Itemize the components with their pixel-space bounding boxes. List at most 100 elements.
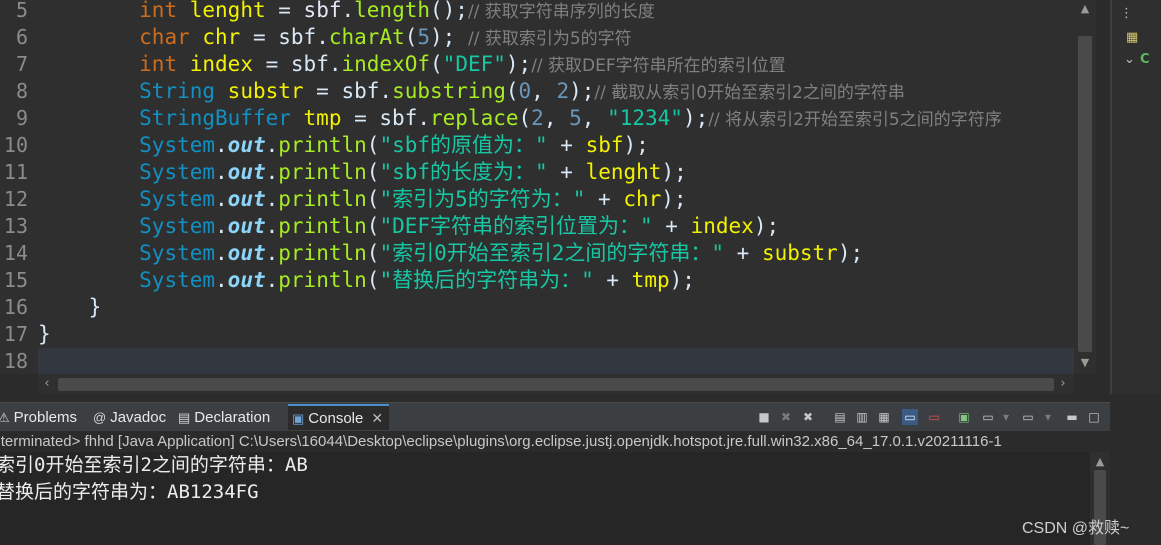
code-token: = xyxy=(240,25,279,49)
declaration-icon: ▤ xyxy=(178,410,191,425)
code-line[interactable] xyxy=(38,348,1074,374)
editor-horizontal-scrollbar[interactable]: ‹ › xyxy=(38,374,1074,394)
line-number: 12 xyxy=(3,187,28,211)
code-token: String xyxy=(139,79,216,103)
code-token: println xyxy=(278,133,367,157)
code-line[interactable]: System.out.println("索引为5的字符为：" + chr); xyxy=(38,186,686,213)
code-token: System xyxy=(139,187,216,211)
code-token: "索引为5的字符为：" xyxy=(379,187,586,211)
code-token: charAt xyxy=(328,25,405,49)
chevron-down-icon[interactable]: ▾ xyxy=(1040,409,1056,425)
code-line[interactable]: System.out.println("sbf的长度为：" + lenght); xyxy=(38,159,687,186)
code-token: . xyxy=(328,52,342,76)
code-token: ( xyxy=(366,160,380,184)
minimize-icon[interactable]: ▬ xyxy=(1064,409,1080,425)
code-line[interactable]: StringBuffer tmp = sbf.replace(2, 5, "12… xyxy=(38,105,1002,132)
code-token: "sbf的原值为：" xyxy=(379,133,548,157)
code-line[interactable]: int lenght = sbf.length();// 获取字符串序列的长度 xyxy=(38,0,655,24)
tab-problems[interactable]: ⚠ Problems xyxy=(0,406,77,430)
code-token: out xyxy=(227,268,266,292)
code-line[interactable]: char chr = sbf.charAt(5); // 获取索引为5的字符 xyxy=(38,24,632,51)
line-number: 6 xyxy=(15,25,28,49)
code-token: ); xyxy=(505,52,532,76)
pin-console-icon[interactable]: ▣ xyxy=(956,409,972,425)
editor-vertical-scroll-thumb[interactable] xyxy=(1078,36,1092,352)
scroll-lock-icon[interactable]: ▥ xyxy=(854,409,870,425)
code-line[interactable]: System.out.println("索引0开始至索引2之间的字符串：" + … xyxy=(38,240,863,267)
code-token: = xyxy=(265,0,304,22)
tab-console[interactable]: ▣ Console ✕ xyxy=(288,404,390,431)
code-token: length xyxy=(354,0,430,22)
tab-label: Declaration xyxy=(194,409,271,426)
line-number: 18 xyxy=(3,349,28,373)
editor-horizontal-scroll-thumb[interactable] xyxy=(58,378,1054,391)
code-token: sbf xyxy=(341,79,380,103)
scroll-left-icon[interactable]: ‹ xyxy=(40,377,54,391)
remove-all-terminated-icon[interactable]: ✖ xyxy=(800,409,816,425)
console-output-line: 索引0开始至索引2之间的字符串：AB xyxy=(0,454,308,476)
tab-javadoc[interactable]: @ Javadoc xyxy=(93,406,166,430)
code-token: println xyxy=(278,187,367,211)
code-editor[interactable]: 5 6 7 8 9 10 11 12 13 14 15 16 17 18 int lenght = sbf… xyxy=(0,0,1096,374)
code-token: lenght xyxy=(189,0,266,22)
code-token: sbf xyxy=(379,106,418,130)
code-token: sbf xyxy=(290,52,329,76)
package-icon[interactable]: ▦ xyxy=(1126,30,1138,45)
problems-icon: ⚠ xyxy=(0,410,10,425)
chevron-down-icon[interactable]: ⌄ xyxy=(1124,52,1135,67)
code-line[interactable]: String substr = sbf.substring(0, 2);// 截… xyxy=(38,78,905,105)
editor-vertical-scrollbar[interactable]: ▲ ▼ xyxy=(1074,0,1096,374)
tab-label: Console xyxy=(308,410,364,427)
tab-declaration[interactable]: ▤ Declaration xyxy=(178,406,270,430)
code-token: ( xyxy=(366,133,380,157)
code-token: substr xyxy=(227,79,304,103)
code-line[interactable]: System.out.println("替换后的字符串为：" + tmp); xyxy=(38,267,695,294)
class-icon[interactable]: C xyxy=(1140,52,1150,67)
scroll-down-icon[interactable]: ▼ xyxy=(1078,356,1092,370)
code-token: println xyxy=(278,268,367,292)
code-token: chr xyxy=(623,187,662,211)
code-line[interactable]: int index = sbf.indexOf("DEF");// 获取DEF字… xyxy=(38,51,786,78)
console-output[interactable]: 索引0开始至索引2之间的字符串：AB 替换后的字符串为：AB1234FG xyxy=(0,452,1090,545)
word-wrap-icon[interactable]: ▦ xyxy=(876,409,892,425)
view-menu-icon[interactable]: ⋮ xyxy=(1120,6,1133,21)
show-stderr-icon[interactable]: ▭ xyxy=(926,409,942,425)
code-token: System xyxy=(139,160,216,184)
scroll-up-icon[interactable]: ▲ xyxy=(1093,455,1107,469)
code-token: ( xyxy=(518,106,532,130)
close-icon[interactable]: ✕ xyxy=(371,410,383,426)
code-token: + xyxy=(547,160,586,184)
code-token: "替换后的字符串为：" xyxy=(379,268,594,292)
code-line[interactable]: System.out.println("sbf的原值为：" + sbf); xyxy=(38,132,649,159)
maximize-icon[interactable]: □ xyxy=(1086,409,1102,425)
scroll-right-icon[interactable]: › xyxy=(1056,377,1070,391)
show-stdout-icon[interactable]: ▭ xyxy=(902,409,918,425)
code-token: // 获取字符串序列的长度 xyxy=(467,2,655,22)
code-token: out xyxy=(227,133,266,157)
code-area[interactable]: int lenght = sbf.length();// 获取字符串序列的长度 … xyxy=(38,0,1074,374)
terminate-icon[interactable]: ■ xyxy=(756,409,772,425)
outline-panel: ⋮ ▦ ⌄ C xyxy=(1110,0,1161,394)
clear-console-icon[interactable]: ▤ xyxy=(832,409,848,425)
scroll-up-icon[interactable]: ▲ xyxy=(1078,2,1092,16)
javadoc-icon: @ xyxy=(93,410,107,425)
code-line[interactable]: System.out.println("DEF字符串的索引位置为：" + ind… xyxy=(38,213,779,240)
chevron-down-icon[interactable]: ▾ xyxy=(998,409,1014,425)
code-line[interactable]: } xyxy=(38,294,102,321)
code-token: // 截取从索引0开始至索引2之间的字符串 xyxy=(594,83,905,103)
code-token: + xyxy=(593,268,632,292)
tab-label: Problems xyxy=(13,409,78,426)
code-token: . xyxy=(265,133,279,157)
remove-launch-icon[interactable]: ✖ xyxy=(778,409,794,425)
code-token: lenght xyxy=(585,160,662,184)
code-line[interactable]: } xyxy=(38,321,51,348)
code-token: 0 xyxy=(518,79,532,103)
display-console-icon[interactable]: ▭ xyxy=(980,409,996,425)
code-token: . xyxy=(215,160,228,184)
console-process-status: <terminated> fhhd [Java Application] C:\… xyxy=(0,430,1110,452)
open-console-icon[interactable]: ▭ xyxy=(1020,409,1036,425)
